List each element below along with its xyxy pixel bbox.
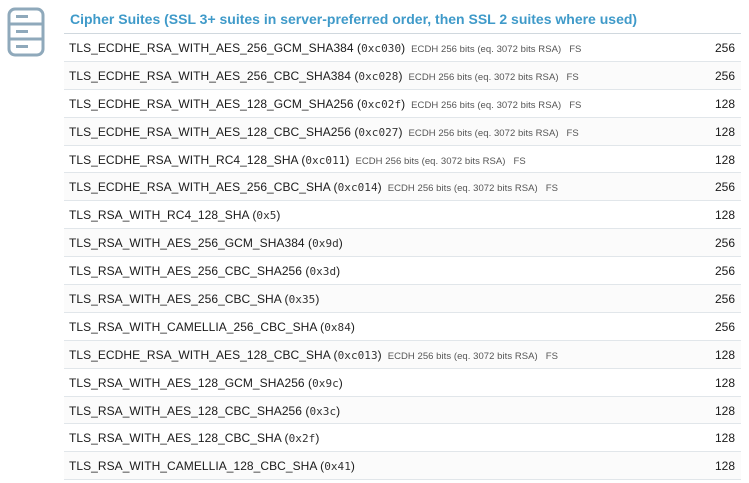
- forward-secrecy-badge: FS: [566, 127, 579, 139]
- key-exchange-detail: ECDH 256 bits (eq. 3072 bits RSA): [387, 183, 538, 195]
- cipher-suite-cell: TLS_ECDHE_RSA_WITH_AES_256_GCM_SHA384 (0…: [69, 41, 582, 55]
- cipher-suite-name: TLS_ECDHE_RSA_WITH_AES_256_CBC_SHA384: [69, 68, 351, 83]
- cipher-suite-cell: TLS_RSA_WITH_CAMELLIA_128_CBC_SHA (0x41): [69, 459, 355, 474]
- cipher-suite-code: 0x35: [288, 293, 316, 307]
- cipher-suite-code: 0x9d: [312, 237, 339, 251]
- table-row: TLS_RSA_WITH_AES_256_CBC_SHA256 (0x3d) 25…: [64, 257, 741, 286]
- cipher-suite-cell: TLS_RSA_WITH_AES_256_GCM_SHA384 (0x9d): [69, 236, 343, 251]
- table-row: TLS_ECDHE_RSA_WITH_AES_128_CBC_SHA256 (0…: [64, 117, 741, 146]
- key-exchange-detail: ECDH 256 bits (eq. 3072 bits RSA): [387, 350, 538, 362]
- table-row: TLS_RSA_WITH_RC4_128_SHA (0x5) 128: [64, 201, 741, 230]
- key-exchange-detail: ECDH 256 bits (eq. 3072 bits RSA): [408, 127, 559, 139]
- cipher-suite-code: 0xc030: [361, 42, 402, 55]
- cipher-suite-code: 0x5: [256, 209, 277, 223]
- table-row: TLS_ECDHE_RSA_WITH_RC4_128_SHA (0xc011) E…: [64, 146, 741, 174]
- key-strength-bits: 128: [714, 124, 735, 139]
- cipher-suite-cell: TLS_RSA_WITH_AES_128_GCM_SHA256 (0x9c): [69, 375, 343, 390]
- key-exchange-detail: ECDH 256 bits (eq. 3072 bits RSA): [411, 99, 562, 111]
- key-strength-bits: 256: [714, 41, 735, 55]
- cipher-suite-name: TLS_RSA_WITH_AES_256_CBC_SHA256: [69, 264, 302, 279]
- key-strength-bits: 256: [714, 236, 735, 251]
- cipher-suite-name: TLS_RSA_WITH_AES_128_GCM_SHA256: [69, 375, 305, 390]
- cipher-suite-name: TLS_RSA_WITH_AES_256_GCM_SHA384: [69, 236, 305, 251]
- key-strength-bits: 128: [714, 152, 735, 167]
- table-row: TLS_ECDHE_RSA_WITH_AES_256_GCM_SHA384 (0…: [64, 34, 741, 62]
- table-row: TLS_ECDHE_RSA_WITH_AES_128_GCM_SHA256 (0…: [64, 90, 741, 118]
- cipher-suite-name: TLS_RSA_WITH_AES_128_CBC_SHA: [69, 431, 282, 446]
- table-row: TLS_RSA_WITH_AES_128_GCM_SHA256 (0x9c) 12…: [64, 369, 741, 397]
- key-strength-bits: 128: [714, 459, 735, 474]
- cipher-suite-cell: TLS_RSA_WITH_RC4_128_SHA (0x5): [69, 208, 281, 223]
- key-exchange-detail: ECDH 256 bits (eq. 3072 bits RSA): [408, 71, 559, 83]
- table-row: TLS_ECDHE_RSA_WITH_AES_256_CBC_SHA (0xc0…: [64, 173, 741, 202]
- key-strength-bits: 128: [714, 96, 735, 111]
- cipher-suite-name: TLS_RSA_WITH_RC4_128_SHA: [69, 208, 249, 223]
- cipher-suite-name: TLS_RSA_WITH_CAMELLIA_128_CBC_SHA: [69, 459, 317, 474]
- cipher-suite-cell: TLS_ECDHE_RSA_WITH_AES_256_CBC_SHA (0xc0…: [69, 180, 558, 195]
- cipher-suite-code: 0xc028: [358, 69, 399, 83]
- key-strength-bits: 256: [714, 292, 735, 307]
- cipher-suite-name: TLS_RSA_WITH_AES_256_CBC_SHA: [69, 292, 282, 307]
- cipher-suite-code: 0xc013: [337, 348, 378, 362]
- cipher-suite-name: TLS_RSA_WITH_AES_128_CBC_SHA256: [69, 403, 302, 418]
- cipher-suite-name: TLS_ECDHE_RSA_WITH_AES_128_CBC_SHA256: [69, 124, 351, 139]
- key-strength-bits: 128: [714, 403, 735, 418]
- cipher-suite-cell: TLS_ECDHE_RSA_WITH_RC4_128_SHA (0xc011) E…: [69, 152, 526, 167]
- cipher-suite-cell: TLS_ECDHE_RSA_WITH_AES_256_CBC_SHA384 (0…: [69, 68, 579, 83]
- cipher-suite-cell: TLS_ECDHE_RSA_WITH_AES_128_GCM_SHA256 (0…: [69, 96, 582, 111]
- table-row: TLS_RSA_WITH_CAMELLIA_128_CBC_SHA (0x41)…: [64, 452, 741, 481]
- cipher-suite-code: 0xc011: [305, 153, 346, 167]
- cipher-suite-name: TLS_ECDHE_RSA_WITH_AES_128_CBC_SHA: [69, 347, 331, 362]
- table-row: TLS_RSA_WITH_AES_256_GCM_SHA384 (0x9d) 25…: [64, 229, 741, 258]
- section-title: Cipher Suites (SSL 3+ suites in server-p…: [70, 11, 638, 27]
- key-exchange-detail: ECDH 256 bits (eq. 3072 bits RSA): [411, 44, 562, 55]
- key-strength-bits: 128: [714, 208, 735, 223]
- cipher-suite-name: TLS_ECDHE_RSA_WITH_AES_256_CBC_SHA: [69, 180, 331, 195]
- table-row: TLS_RSA_WITH_AES_128_CBC_SHA256 (0x3c) 12…: [64, 396, 741, 425]
- cipher-suite-code: 0x9c: [312, 376, 339, 390]
- cipher-suite-cell: TLS_ECDHE_RSA_WITH_AES_128_CBC_SHA (0xc0…: [69, 347, 558, 362]
- forward-secrecy-badge: FS: [545, 183, 558, 195]
- key-strength-bits: 128: [714, 347, 735, 362]
- cipher-suite-code: 0x41: [324, 460, 351, 474]
- cipher-suite-code: 0x3c: [309, 404, 337, 418]
- cipher-suite-cell: TLS_RSA_WITH_AES_256_CBC_SHA (0x35): [69, 292, 320, 307]
- table-row: TLS_RSA_WITH_AES_256_CBC_SHA (0x35) 256: [64, 285, 741, 313]
- cipher-suite-cell: TLS_ECDHE_RSA_WITH_AES_128_CBC_SHA256 (0…: [69, 124, 579, 139]
- cipher-suite-code: 0x2f: [288, 432, 316, 446]
- cipher-suite-cell: TLS_RSA_WITH_AES_128_CBC_SHA256 (0x3c): [69, 403, 341, 418]
- forward-secrecy-badge: FS: [566, 71, 579, 83]
- cipher-suite-name: TLS_ECDHE_RSA_WITH_AES_128_GCM_SHA256: [69, 96, 354, 111]
- cipher-suite-cell: TLS_RSA_WITH_AES_256_CBC_SHA256 (0x3d): [69, 264, 341, 279]
- cipher-suite-code: 0x84: [324, 320, 351, 334]
- key-strength-bits: 256: [714, 180, 735, 195]
- forward-secrecy-badge: FS: [513, 155, 526, 167]
- cipher-suite-cell: TLS_RSA_WITH_CAMELLIA_256_CBC_SHA (0x84): [69, 319, 355, 334]
- forward-secrecy-badge: FS: [569, 44, 582, 55]
- server-list-icon: [6, 6, 46, 58]
- table-row: TLS_ECDHE_RSA_WITH_AES_128_CBC_SHA (0xc0…: [64, 340, 741, 369]
- cipher-suite-code: 0x3d: [309, 265, 337, 279]
- key-strength-bits: 256: [714, 319, 735, 334]
- key-strength-bits: 256: [714, 68, 735, 83]
- key-strength-bits: 256: [714, 264, 735, 279]
- forward-secrecy-badge: FS: [545, 350, 558, 362]
- key-strength-bits: 128: [714, 431, 735, 446]
- cipher-suite-name: TLS_RSA_WITH_CAMELLIA_256_CBC_SHA: [69, 319, 317, 334]
- cipher-suite-name: TLS_ECDHE_RSA_WITH_AES_256_GCM_SHA384: [69, 41, 354, 55]
- cipher-suite-cell: TLS_RSA_WITH_AES_128_CBC_SHA (0x2f): [69, 431, 320, 446]
- cipher-suites-table: TLS_ECDHE_RSA_WITH_AES_256_GCM_SHA384 (0…: [64, 34, 741, 481]
- table-row: TLS_ECDHE_RSA_WITH_AES_256_CBC_SHA384 (0…: [64, 61, 741, 90]
- forward-secrecy-badge: FS: [569, 99, 582, 111]
- section-header: Cipher Suites (SSL 3+ suites in server-p…: [64, 0, 741, 34]
- cipher-suite-name: TLS_ECDHE_RSA_WITH_RC4_128_SHA: [69, 152, 298, 167]
- key-exchange-detail: ECDH 256 bits (eq. 3072 bits RSA): [355, 155, 506, 167]
- table-row: TLS_RSA_WITH_AES_128_CBC_SHA (0x2f) 128: [64, 424, 741, 453]
- key-strength-bits: 128: [714, 375, 735, 390]
- table-row: TLS_RSA_WITH_CAMELLIA_256_CBC_SHA (0x84)…: [64, 313, 741, 341]
- cipher-suite-code: 0xc027: [358, 125, 399, 139]
- cipher-suite-code: 0xc014: [337, 181, 378, 195]
- cipher-suite-code: 0xc02f: [361, 97, 402, 111]
